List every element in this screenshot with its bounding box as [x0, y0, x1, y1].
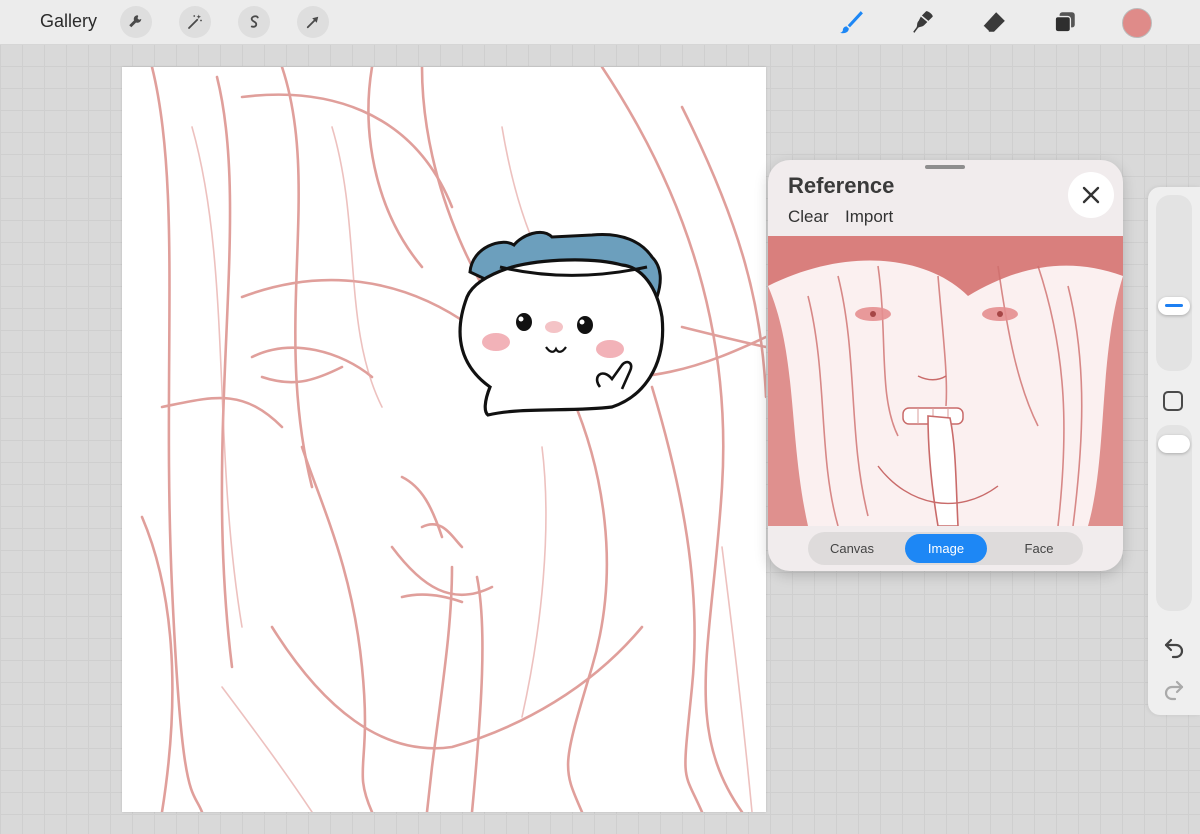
active-indicator: [1165, 304, 1183, 308]
opacity-slider[interactable]: [1156, 425, 1192, 611]
close-button[interactable]: [1068, 172, 1114, 218]
import-button[interactable]: Import: [845, 207, 893, 227]
side-toolbar: [1148, 187, 1200, 715]
brush-icon[interactable]: [835, 6, 867, 38]
smudge-icon[interactable]: [907, 6, 939, 38]
panel-drag-handle[interactable]: [925, 165, 965, 169]
modify-button[interactable]: [1163, 391, 1183, 411]
redo-icon[interactable]: [1162, 677, 1186, 701]
brush-size-handle[interactable]: [1158, 297, 1190, 316]
undo-icon[interactable]: [1162, 635, 1186, 659]
gallery-button[interactable]: Gallery: [40, 11, 97, 32]
color-swatch[interactable]: [1122, 8, 1152, 38]
brush-size-slider[interactable]: [1156, 195, 1192, 371]
layers-icon[interactable]: [1049, 6, 1081, 38]
clear-button[interactable]: Clear: [788, 207, 829, 227]
top-toolbar: Gallery: [0, 0, 1200, 45]
sketch-artwork: [140, 67, 766, 812]
reference-panel[interactable]: Reference Clear Import Canvas Image Face: [768, 160, 1123, 571]
reference-image: [768, 236, 1123, 526]
reference-title: Reference: [788, 173, 895, 198]
drawing-canvas[interactable]: [122, 67, 766, 812]
tab-image[interactable]: Image: [905, 534, 987, 563]
selection-s-icon[interactable]: [238, 6, 270, 38]
opacity-handle[interactable]: [1158, 435, 1190, 454]
wrench-icon[interactable]: [120, 6, 152, 38]
tab-face[interactable]: Face: [998, 534, 1080, 563]
transform-arrow-icon[interactable]: [297, 6, 329, 38]
close-icon: [1082, 186, 1100, 204]
magic-wand-icon[interactable]: [179, 6, 211, 38]
reference-mode-selector[interactable]: Canvas Image Face: [808, 532, 1083, 565]
tab-canvas[interactable]: Canvas: [812, 534, 892, 563]
eraser-icon[interactable]: [978, 6, 1010, 38]
cartoon-character-sticker: [458, 231, 665, 417]
